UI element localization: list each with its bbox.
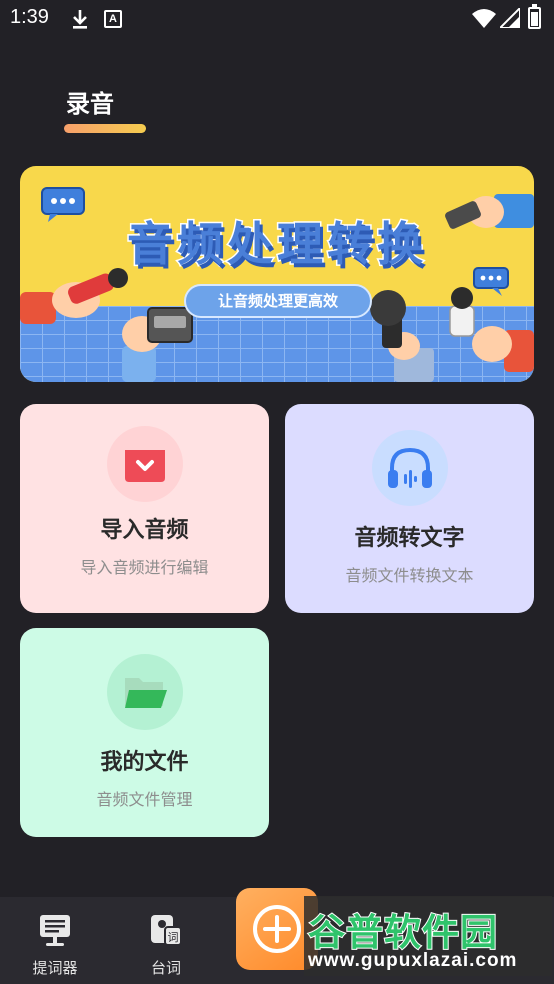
title-underline: [64, 124, 146, 133]
status-time: 1:39: [10, 6, 49, 28]
audio-to-text-title: 音频转文字: [354, 526, 465, 551]
audio-to-text-subtitle: 音频文件转换文本: [345, 566, 474, 585]
svg-text:词: 词: [168, 931, 179, 944]
audio-to-text-card[interactable]: 音频转文字 音频文件转换文本: [285, 404, 534, 613]
folder-icon: [106, 654, 183, 730]
script-icon: 词: [151, 915, 182, 946]
microphone-hand-icon: [449, 287, 534, 372]
wifi-icon: [472, 9, 496, 28]
microphone-icon: [370, 290, 434, 382]
tab-teleprompter[interactable]: 提词器: [0, 897, 110, 984]
signal-icon: [500, 8, 520, 28]
battery-icon: [528, 4, 541, 29]
tab-script-label: 台词: [150, 959, 181, 977]
my-files-subtitle: 音频文件管理: [96, 790, 193, 809]
import-box-icon: [106, 426, 183, 502]
banner-title: 音频处理转换: [126, 216, 427, 273]
headphones-icon: [371, 430, 448, 506]
import-audio-title: 导入音频: [100, 518, 189, 543]
watermark-url: www.gupuxlazai.com: [308, 950, 518, 971]
notification-a-icon: A: [104, 10, 122, 28]
import-audio-subtitle: 导入音频进行编辑: [80, 558, 209, 577]
promo-banner[interactable]: 音频处理转换 让音频处理更高效: [20, 166, 534, 382]
my-files-card[interactable]: 我的文件 音频文件管理: [20, 628, 269, 837]
download-icon: [73, 10, 87, 29]
teleprompter-icon: [40, 915, 70, 946]
watermark-brand: 谷普软件园: [307, 910, 498, 955]
watermark: 谷普软件园 www.gupuxlazai.com: [304, 896, 552, 976]
status-bar: 1:39 A: [0, 0, 554, 40]
page-title: 录音: [66, 90, 114, 118]
tab-teleprompter-label: 提词器: [32, 959, 78, 977]
tab-script[interactable]: 词 台词: [111, 897, 221, 984]
my-files-title: 我的文件: [100, 750, 189, 775]
banner-subtitle-pill: 让音频处理更高效: [184, 284, 372, 318]
import-audio-card[interactable]: 导入音频 导入音频进行编辑: [20, 404, 269, 613]
